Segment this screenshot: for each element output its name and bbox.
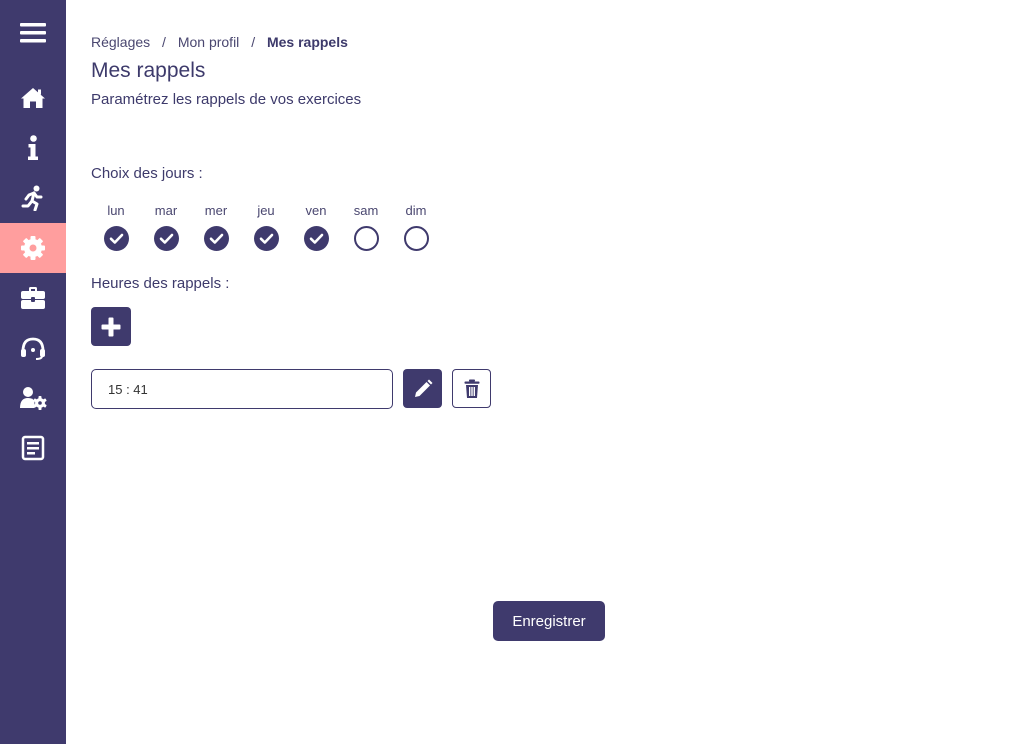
sidebar-item-documents[interactable] — [0, 423, 66, 473]
user-settings-icon — [20, 387, 47, 410]
reminder-time-field[interactable]: 15 : 41 — [91, 369, 393, 409]
day-wednesday: mer — [191, 203, 241, 251]
main-content: Réglages / Mon profil / Mes rappels Mes … — [91, 0, 1031, 744]
day-tuesday: mar — [141, 203, 191, 251]
breadcrumb-separator: / — [162, 34, 166, 50]
day-checkbox-friday[interactable] — [303, 226, 329, 251]
day-checkbox-sunday[interactable] — [403, 226, 429, 251]
day-checkbox-saturday[interactable] — [353, 226, 379, 251]
day-label: mer — [204, 203, 228, 218]
menu-icon — [20, 23, 46, 43]
check-icon — [259, 233, 273, 244]
day-checkbox-thursday[interactable] — [253, 226, 279, 251]
page-title: Mes rappels — [91, 59, 206, 82]
breadcrumb: Réglages / Mon profil / Mes rappels — [91, 34, 348, 50]
headset-icon — [21, 337, 45, 360]
day-thursday: jeu — [241, 203, 291, 251]
day-checkbox-monday[interactable] — [103, 226, 129, 251]
add-reminder-button[interactable] — [91, 307, 131, 346]
trash-icon — [464, 379, 479, 398]
document-icon — [21, 435, 45, 461]
sidebar-item-info[interactable] — [0, 123, 66, 173]
day-monday: lun — [91, 203, 141, 251]
breadcrumb-profile[interactable]: Mon profil — [178, 34, 239, 50]
day-checkbox-tuesday[interactable] — [153, 226, 179, 251]
sidebar-item-support[interactable] — [0, 323, 66, 373]
briefcase-icon — [21, 287, 45, 309]
day-label: mar — [154, 203, 178, 218]
check-icon — [309, 233, 323, 244]
breadcrumb-separator: / — [251, 34, 256, 50]
sidebar-item-settings[interactable] — [0, 223, 66, 273]
pencil-icon — [414, 379, 432, 397]
sidebar-item-home[interactable] — [0, 73, 66, 123]
menu-button[interactable] — [0, 8, 66, 58]
breadcrumb-current: Mes rappels — [266, 34, 348, 50]
hours-label: Heures des rappels : — [91, 275, 230, 292]
day-label: lun — [107, 203, 125, 218]
save-button[interactable]: Enregistrer — [493, 601, 605, 641]
day-label: ven — [305, 203, 327, 218]
sidebar-item-work[interactable] — [0, 273, 66, 323]
check-icon — [159, 233, 173, 244]
day-label: dim — [405, 203, 427, 218]
plus-icon — [101, 317, 121, 336]
sidebar-item-user-settings[interactable] — [0, 373, 66, 423]
sidebar-item-exercises[interactable] — [0, 173, 66, 223]
days-label: Choix des jours : — [91, 165, 203, 182]
gear-icon — [21, 236, 45, 260]
day-checkbox-wednesday[interactable] — [203, 226, 229, 251]
info-icon — [28, 135, 38, 160]
day-label: jeu — [257, 203, 275, 218]
delete-reminder-button[interactable] — [452, 369, 491, 408]
running-icon — [21, 185, 43, 211]
check-icon — [109, 233, 123, 244]
reminder-time-value: 15 : 41 — [108, 381, 148, 397]
check-icon — [209, 233, 223, 244]
sidebar — [0, 0, 66, 744]
day-label: sam — [353, 203, 379, 218]
day-friday: ven — [291, 203, 341, 251]
home-icon — [21, 88, 45, 108]
day-sunday: dim — [391, 203, 441, 251]
breadcrumb-settings[interactable]: Réglages — [91, 34, 150, 50]
day-saturday: sam — [341, 203, 391, 251]
edit-reminder-button[interactable] — [403, 369, 442, 408]
page-subtitle: Paramétrez les rappels de vos exercices — [91, 91, 362, 108]
day-selector: lun mar mer jeu ven sam dim — [91, 203, 441, 253]
